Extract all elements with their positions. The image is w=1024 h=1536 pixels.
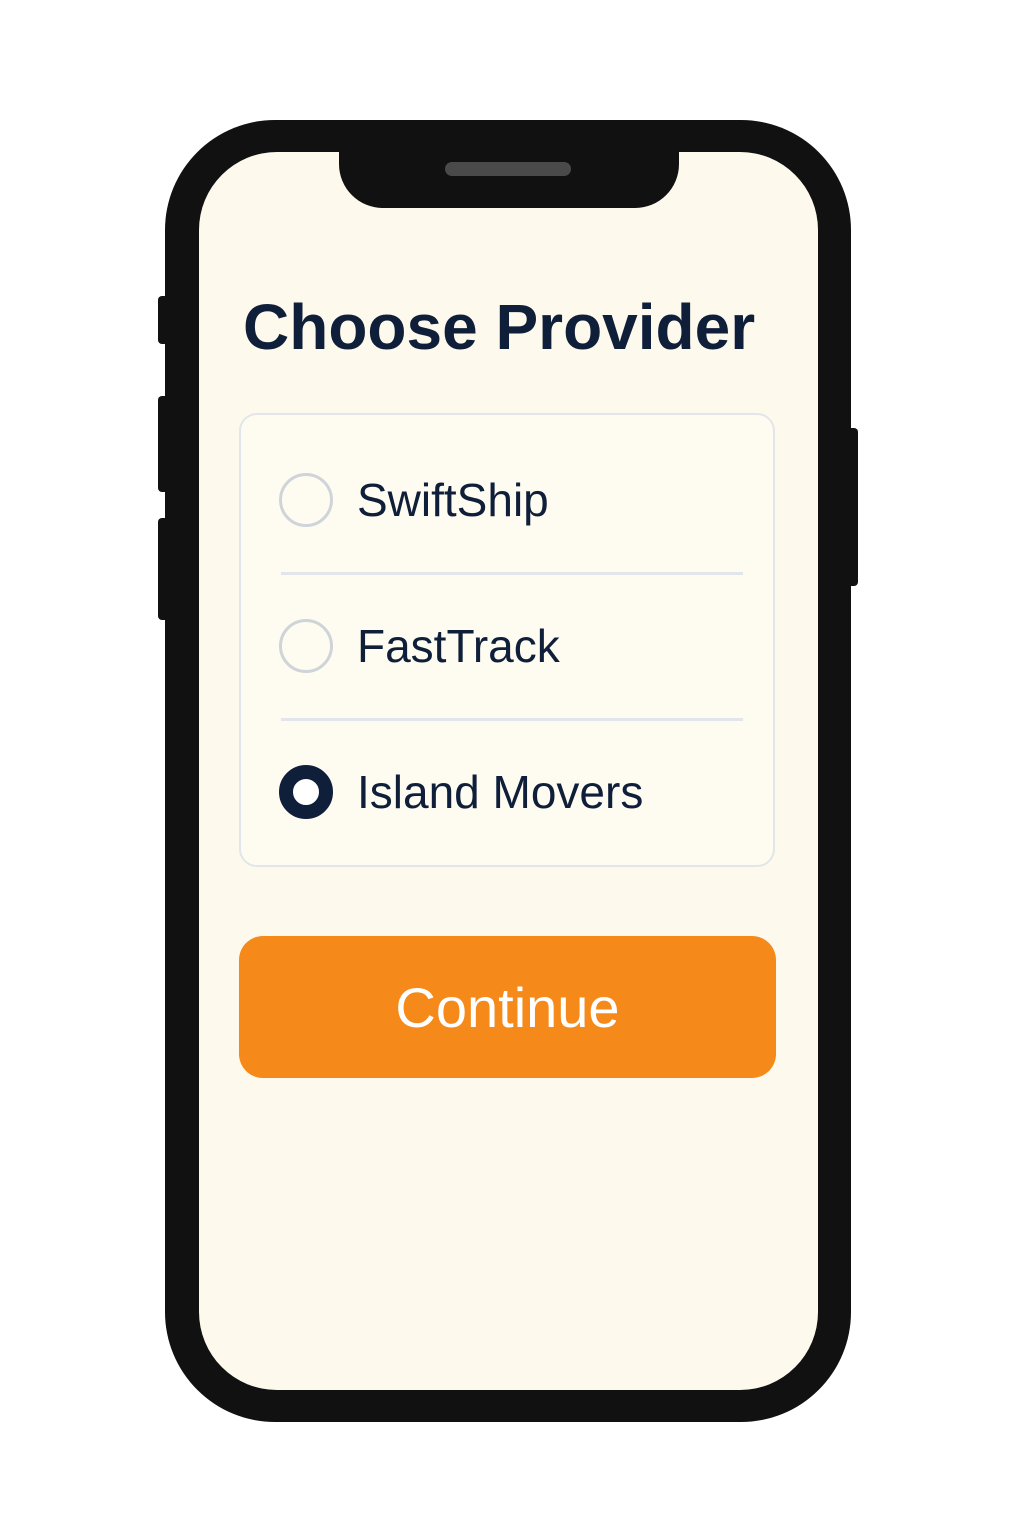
continue-button[interactable]: Continue <box>239 936 776 1078</box>
radio-unselected-icon[interactable] <box>279 619 333 673</box>
phone-screen: Choose Provider SwiftShip FastTrack Isla… <box>199 152 818 1390</box>
provider-label: Island Movers <box>357 766 644 818</box>
provider-label: SwiftShip <box>357 474 549 526</box>
notch <box>339 152 679 208</box>
provider-option-swiftship[interactable]: SwiftShip <box>241 427 773 573</box>
radio-selected-icon[interactable] <box>279 765 333 819</box>
provider-list: SwiftShip FastTrack Island Movers <box>239 413 775 867</box>
provider-option-island-movers[interactable]: Island Movers <box>241 719 773 865</box>
speaker-grille <box>445 162 571 176</box>
provider-option-fasttrack[interactable]: FastTrack <box>241 573 773 719</box>
page-title: Choose Provider <box>243 291 756 363</box>
provider-label: FastTrack <box>357 620 560 672</box>
radio-unselected-icon[interactable] <box>279 473 333 527</box>
